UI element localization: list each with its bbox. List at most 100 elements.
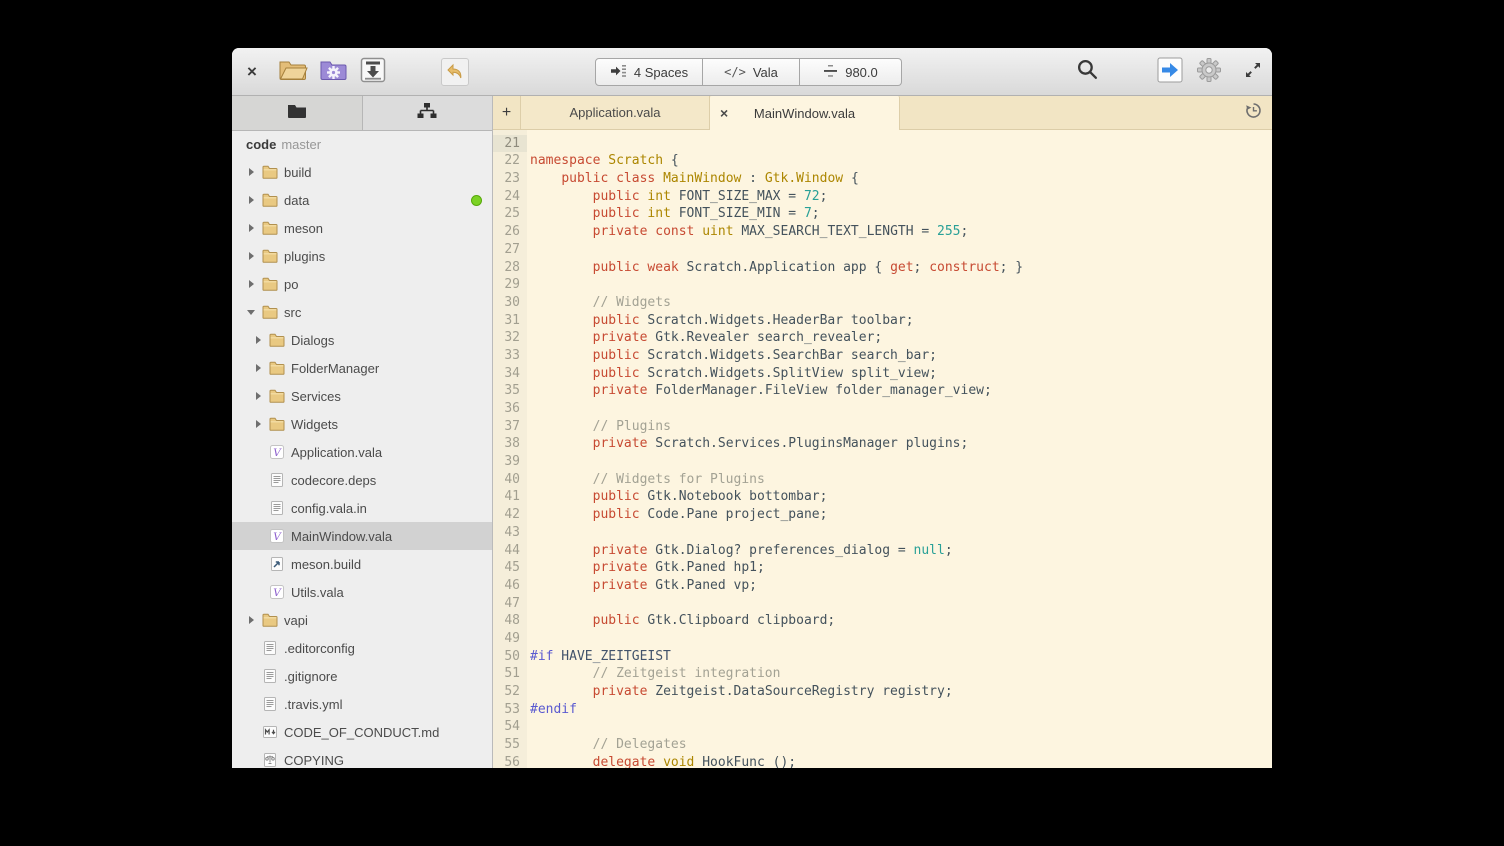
code-line[interactable]: 44 private Gtk.Dialog? preferences_dialo… — [493, 542, 1272, 560]
tree-item-FolderManager[interactable]: FolderManager — [232, 354, 492, 382]
tree-item-label: MainWindow.vala — [291, 529, 392, 544]
settings-button[interactable] — [1194, 48, 1224, 96]
tree-item-.travis.yml[interactable]: .travis.yml — [232, 690, 492, 718]
code-line[interactable]: 55 // Delegates — [493, 736, 1272, 754]
tree-item-.editorconfig[interactable]: .editorconfig — [232, 634, 492, 662]
tree-item-src[interactable]: src — [232, 298, 492, 326]
code-line[interactable]: 26 private const uint MAX_SEARCH_TEXT_LE… — [493, 223, 1272, 241]
code-line[interactable]: 33 public Scratch.Widgets.SearchBar sear… — [493, 347, 1272, 365]
code-lines: 20*/2122namespace Scratch {23 public cla… — [493, 130, 1272, 768]
tree-item-COPYING[interactable]: COPYING — [232, 746, 492, 768]
close-window-button[interactable]: × — [238, 48, 266, 96]
plugins-folder-button[interactable] — [317, 48, 349, 96]
tree-item-Widgets[interactable]: Widgets — [232, 410, 492, 438]
tree-item-config.vala.in[interactable]: config.vala.in — [232, 494, 492, 522]
code-line[interactable]: 34 public Scratch.Widgets.SplitView spli… — [493, 365, 1272, 383]
code-line[interactable]: 21 — [493, 135, 1272, 153]
code-line[interactable]: 47 — [493, 595, 1272, 613]
code-line[interactable]: 49 — [493, 630, 1272, 648]
expander-expanded-icon[interactable] — [246, 306, 258, 318]
code-line[interactable]: 31 public Scratch.Widgets.HeaderBar tool… — [493, 312, 1272, 330]
tree-item-po[interactable]: po — [232, 270, 492, 298]
search-button[interactable] — [1072, 48, 1102, 96]
code-line[interactable]: 52 private Zeitgeist.DataSourceRegistry … — [493, 683, 1272, 701]
expander-collapsed-icon[interactable] — [253, 362, 265, 374]
code-line[interactable]: 48 public Gtk.Clipboard clipboard; — [493, 612, 1272, 630]
sidebar-tab-strip — [232, 96, 492, 131]
code-line[interactable]: 46 private Gtk.Paned vp; — [493, 577, 1272, 595]
code-line[interactable]: 23 public class MainWindow : Gtk.Window … — [493, 170, 1272, 188]
tree-item-build[interactable]: build — [232, 158, 492, 186]
code-line[interactable]: 36 — [493, 400, 1272, 418]
save-button[interactable] — [358, 48, 388, 96]
document-tab-strip: + Application.vala × MainWindow.vala — [493, 96, 1272, 130]
indent-format-button[interactable]: 4 Spaces — [595, 58, 703, 86]
tree-item-Dialogs[interactable]: Dialogs — [232, 326, 492, 354]
expander-collapsed-icon[interactable] — [246, 194, 258, 206]
tree-item-vapi[interactable]: vapi — [232, 606, 492, 634]
code-line[interactable]: 27 — [493, 241, 1272, 259]
tree-item-Services[interactable]: Services — [232, 382, 492, 410]
expander-collapsed-icon[interactable] — [253, 390, 265, 402]
code-line[interactable]: 30 // Widgets — [493, 294, 1272, 312]
expander-collapsed-icon[interactable] — [246, 614, 258, 626]
code-line[interactable]: 25 public int FONT_SIZE_MIN = 7; — [493, 205, 1272, 223]
fullscreen-button[interactable] — [1238, 48, 1268, 96]
folder-icon — [262, 612, 278, 628]
tree-item-meson[interactable]: meson — [232, 214, 492, 242]
line-content: private Gtk.Paned hp1; — [527, 559, 765, 577]
expander-collapsed-icon[interactable] — [253, 418, 265, 430]
code-line[interactable]: 50#if HAVE_ZEITGEIST — [493, 648, 1272, 666]
history-button[interactable] — [1240, 96, 1266, 130]
tree-item-meson.build[interactable]: meson.build — [232, 550, 492, 578]
code-line[interactable]: 24 public int FONT_SIZE_MAX = 72; — [493, 188, 1272, 206]
close-tab-icon[interactable]: × — [720, 96, 728, 130]
code-line[interactable]: 51 // Zeitgeist integration — [493, 665, 1272, 683]
code-line[interactable]: 56 delegate void HookFunc (); — [493, 754, 1272, 768]
line-number: 25 — [493, 205, 527, 223]
code-line[interactable]: 28 public weak Scratch.Application app {… — [493, 259, 1272, 277]
tree-item-data[interactable]: data — [232, 186, 492, 214]
code-line[interactable]: 54 — [493, 718, 1272, 736]
code-line[interactable]: 53#endif — [493, 701, 1272, 719]
sidebar-tab-outline[interactable] — [363, 96, 493, 130]
expander-collapsed-icon[interactable] — [246, 166, 258, 178]
code-line[interactable]: 41 public Gtk.Notebook bottombar; — [493, 488, 1272, 506]
goto-line-button[interactable]: 980.0 — [800, 58, 902, 86]
share-button[interactable] — [1155, 48, 1185, 96]
tree-item-CODE_OF_CONDUCT.md[interactable]: CODE_OF_CONDUCT.md — [232, 718, 492, 746]
line-width-icon — [823, 64, 838, 81]
code-line[interactable]: 39 — [493, 453, 1272, 471]
sidebar-tab-files[interactable] — [232, 96, 363, 130]
expander-collapsed-icon[interactable] — [246, 278, 258, 290]
expander-collapsed-icon[interactable] — [246, 250, 258, 262]
code-line[interactable]: 37 // Plugins — [493, 418, 1272, 436]
tab-mainwindow-vala[interactable]: × MainWindow.vala — [710, 96, 900, 130]
tree-item-Utils.vala[interactable]: VUtils.vala — [232, 578, 492, 606]
line-content — [527, 400, 530, 418]
code-line[interactable]: 29 — [493, 276, 1272, 294]
tree-item-MainWindow.vala[interactable]: VMainWindow.vala — [232, 522, 492, 550]
tab-application-vala[interactable]: Application.vala — [520, 96, 710, 129]
tree-item-codecore.deps[interactable]: codecore.deps — [232, 466, 492, 494]
undo-button[interactable] — [440, 48, 470, 96]
code-line[interactable]: 38 private Scratch.Services.PluginsManag… — [493, 435, 1272, 453]
tree-item-Application.vala[interactable]: VApplication.vala — [232, 438, 492, 466]
expander-collapsed-icon[interactable] — [253, 334, 265, 346]
language-button[interactable]: </> Vala — [703, 58, 800, 86]
code-line[interactable]: 42 public Code.Pane project_pane; — [493, 506, 1272, 524]
expander-collapsed-icon[interactable] — [246, 222, 258, 234]
code-line[interactable]: 40 // Widgets for Plugins — [493, 471, 1272, 489]
code-line[interactable]: 45 private Gtk.Paned hp1; — [493, 559, 1272, 577]
code-view[interactable]: 20*/2122namespace Scratch {23 public cla… — [493, 130, 1272, 768]
open-folder-button[interactable] — [276, 48, 310, 96]
new-tab-button[interactable]: + — [493, 96, 520, 129]
line-number: 31 — [493, 312, 527, 330]
code-line[interactable]: 32 private Gtk.Revealer search_revealer; — [493, 329, 1272, 347]
tree-item-.gitignore[interactable]: .gitignore — [232, 662, 492, 690]
tree-item-plugins[interactable]: plugins — [232, 242, 492, 270]
code-line[interactable]: 35 private FolderManager.FileView folder… — [493, 382, 1272, 400]
code-line[interactable]: 43 — [493, 524, 1272, 542]
code-line[interactable]: 22namespace Scratch { — [493, 152, 1272, 170]
build-icon — [269, 556, 285, 572]
